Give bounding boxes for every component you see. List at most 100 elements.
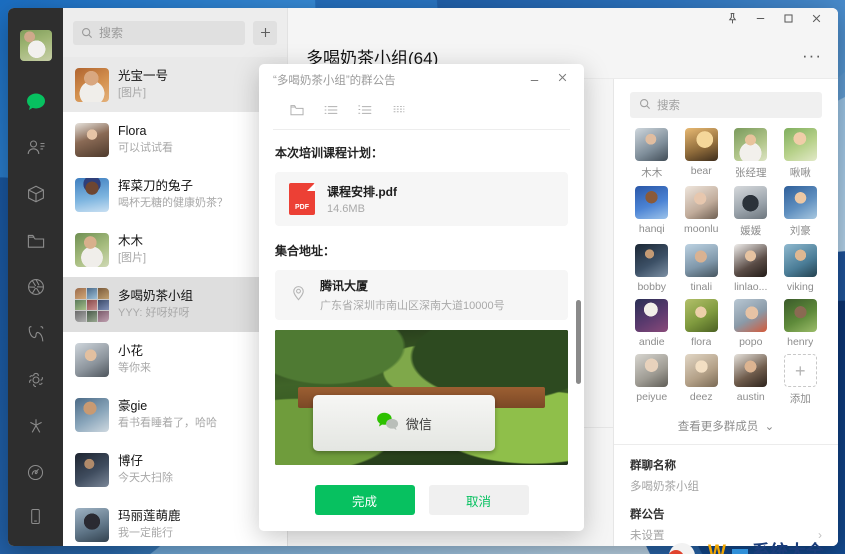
search-placeholder: 搜索 — [99, 26, 124, 41]
section-heading-location: 集合地址： — [275, 244, 336, 258]
rail-item-mini-programs[interactable] — [16, 361, 56, 399]
member-item[interactable]: peiyue — [630, 354, 674, 406]
chat-list-item-selected[interactable]: 多喝奶茶小组 YYY: 好呀好呀 — [63, 277, 287, 333]
add-member-button[interactable]: + 添加 — [779, 354, 823, 406]
member-item[interactable]: hanqi — [630, 186, 674, 238]
dialog-close-button[interactable] — [550, 69, 574, 91]
attach-file-button[interactable] — [289, 102, 305, 123]
member-item[interactable]: henry — [779, 299, 823, 348]
member-item[interactable]: 张经理 — [729, 128, 773, 180]
rail-item-phone[interactable] — [16, 499, 56, 537]
search-icon — [81, 27, 93, 39]
chat-list-item[interactable]: 博仔 今天大扫除 — [63, 442, 287, 498]
chat-list-item[interactable]: 豪gie 看书看睡着了，哈哈 — [63, 387, 287, 443]
member-item[interactable]: bear — [680, 128, 724, 180]
rail-item-top-stories[interactable] — [16, 407, 56, 445]
member-item[interactable]: linlao... — [729, 244, 773, 293]
member-item[interactable]: viking — [779, 244, 823, 293]
member-item[interactable]: austin — [729, 354, 773, 406]
announcement-image[interactable]: 微信 — [275, 330, 568, 465]
chat-list-item[interactable]: 挥菜刀的兔子 喝杯无糖的健康奶茶？ — [63, 167, 287, 223]
maximize-button[interactable] — [774, 9, 802, 33]
chat-text: 光宝一号 [图片] — [118, 68, 277, 101]
member-search-input[interactable]: 搜索 — [630, 92, 822, 118]
rail-item-moments[interactable] — [16, 268, 56, 306]
user-avatar[interactable] — [19, 30, 52, 61]
member-item[interactable]: 啾啾 — [779, 128, 823, 180]
more-options-button[interactable]: ··· — [802, 46, 822, 66]
table-button[interactable] — [391, 102, 407, 123]
chat-text: 多喝奶茶小组 YYY: 好呀好呀 — [118, 288, 277, 321]
member-item[interactable]: 媛媛 — [729, 186, 773, 238]
channels-icon — [26, 323, 46, 343]
member-item[interactable]: tinali — [680, 244, 724, 293]
avatar — [75, 122, 109, 157]
minimize-button[interactable] — [746, 9, 774, 33]
chat-list-item[interactable]: 光宝一号 [图片] — [63, 57, 287, 113]
member-name: 啾啾 — [789, 167, 811, 179]
numbered-list-icon — [357, 102, 373, 123]
avatar — [734, 186, 768, 219]
numbered-list-button[interactable] — [357, 102, 373, 123]
box-icon — [26, 184, 46, 204]
chat-list-item[interactable]: 玛丽莲萌鹿 我一定能行 — [63, 497, 287, 546]
file-size: 14.6MB — [327, 203, 365, 215]
search-input[interactable]: 搜索 — [73, 20, 245, 45]
location-card[interactable]: 腾讯大厦 广东省深圳市南山区深南大道10000号 — [275, 270, 568, 320]
rail-item-mini-program-panel[interactable] — [16, 453, 56, 491]
member-name: bobby — [637, 281, 667, 293]
rail-item-channels[interactable] — [16, 314, 56, 352]
dialog-minimize-button[interactable] — [522, 69, 546, 91]
attached-file-card[interactable]: PDF 课程安排.pdf 14.6MB — [275, 172, 568, 226]
member-item[interactable]: deez — [680, 354, 724, 406]
chat-list-item[interactable]: 木木 [图片] — [63, 222, 287, 278]
member-panel: 搜索 木木 bear 张经理 啾啾 hanqi moonlu 媛媛 刘豪 bob… — [613, 79, 838, 546]
dialog-scrollbar-thumb[interactable] — [576, 300, 581, 384]
avatar — [75, 507, 109, 542]
confirm-button[interactable]: 完成 — [314, 485, 415, 515]
avatar — [635, 244, 669, 277]
file-info: 课程安排.pdf 14.6MB — [327, 183, 397, 215]
group-announcement-label: 群公告 — [630, 509, 665, 521]
pin-button[interactable] — [718, 9, 746, 33]
group-name-field[interactable]: 群聊名称 多喝奶茶小组 — [630, 445, 822, 494]
close-button[interactable] — [802, 9, 830, 33]
avatar — [684, 186, 718, 219]
rail-item-files[interactable] — [16, 222, 56, 260]
rail-item-favorites[interactable] — [16, 175, 56, 213]
avatar — [75, 232, 109, 267]
cancel-button[interactable]: 取消 — [428, 485, 529, 515]
member-item[interactable]: andie — [630, 299, 674, 348]
chat-name: Flora — [118, 124, 147, 139]
member-item[interactable]: 刘豪 — [779, 186, 823, 238]
avatar — [734, 299, 768, 332]
avatar — [734, 354, 768, 387]
add-chat-button[interactable] — [253, 20, 277, 45]
group-name-label: 群聊名称 — [630, 460, 676, 472]
chat-preview: 今天大扫除 — [118, 472, 173, 485]
rail-item-contacts[interactable] — [16, 129, 56, 167]
member-item[interactable]: 木木 — [630, 128, 674, 180]
member-name: linlao... — [734, 281, 768, 293]
chat-bubble-icon — [25, 91, 47, 113]
chat-text: 木木 [图片] — [118, 233, 277, 266]
member-item[interactable]: popo — [729, 299, 773, 348]
member-item[interactable]: moonlu — [680, 186, 724, 238]
chat-preview: 可以试试看 — [118, 142, 173, 155]
chat-list-item[interactable]: Flora 可以试试看 — [63, 112, 287, 168]
avatar — [684, 299, 718, 332]
member-item[interactable]: bobby — [630, 244, 674, 293]
chat-name: 光宝一号 — [118, 69, 169, 84]
group-avatar — [75, 287, 109, 322]
bullet-list-button[interactable] — [323, 102, 339, 123]
member-item[interactable]: flora — [680, 299, 724, 348]
chat-list-item[interactable]: 小花 等你来 — [63, 332, 287, 388]
see-more-members-button[interactable]: 查看更多群成员 ⌄ — [630, 418, 822, 434]
group-announcement-field[interactable]: 群公告 未设置 › — [630, 494, 822, 543]
chat-preview: [图片] — [118, 87, 147, 100]
chat-preview: YYY: 好呀好呀 — [118, 307, 190, 320]
member-name: austin — [736, 391, 765, 403]
avatar — [75, 67, 109, 102]
rail-item-chats[interactable] — [16, 83, 56, 121]
chevron-down-icon: ⌄ — [761, 421, 775, 433]
